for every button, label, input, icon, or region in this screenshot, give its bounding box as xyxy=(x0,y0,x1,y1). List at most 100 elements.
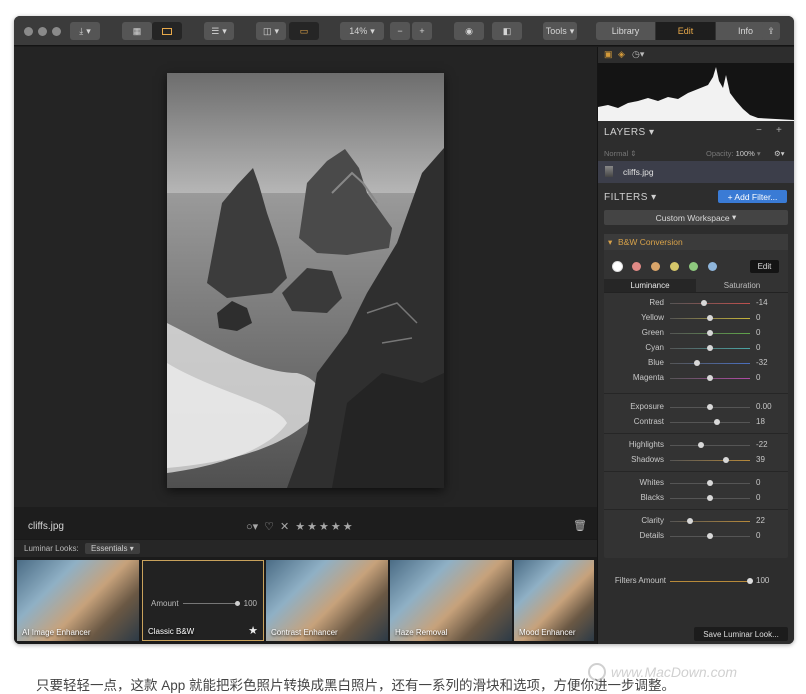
layers-icon[interactable]: ◈ xyxy=(618,49,625,60)
star-rating[interactable]: ★★★★★ xyxy=(295,520,354,533)
single-view-button[interactable] xyxy=(152,22,182,40)
slider-knob[interactable] xyxy=(707,330,713,336)
slider-blacks: Blacks 0 xyxy=(604,492,788,504)
share-button[interactable]: ⇪ xyxy=(762,22,780,40)
slider-knob[interactable] xyxy=(707,480,713,486)
color-swatch[interactable] xyxy=(613,262,622,271)
color-swatch[interactable] xyxy=(708,262,717,271)
add-layer-button[interactable]: + xyxy=(776,125,782,136)
gear-icon[interactable]: ⚙▾ xyxy=(774,149,785,158)
color-swatch[interactable] xyxy=(670,262,679,271)
trash-icon[interactable]: 🗑 xyxy=(573,519,587,532)
slider-knob[interactable] xyxy=(701,300,708,306)
look-amount-slider[interactable]: Amount 100 xyxy=(151,599,257,608)
workspace-value: Custom Workspace xyxy=(655,212,730,223)
history-icon[interactable]: ◷▾ xyxy=(632,49,644,60)
reject-icon[interactable]: ✕ xyxy=(280,520,289,533)
filmstrip-toggle-button[interactable]: ▭ xyxy=(289,22,319,40)
filters-amount-track[interactable] xyxy=(670,581,750,582)
filters-title-text: FILTERS xyxy=(604,192,648,203)
slider-value: 0 xyxy=(756,478,761,487)
slider-knob[interactable] xyxy=(707,533,713,539)
star-icon[interactable]: ★ xyxy=(248,624,258,637)
slider-knob[interactable] xyxy=(687,518,693,524)
slider-knob[interactable] xyxy=(707,404,713,410)
layers-title[interactable]: LAYERS ▾ xyxy=(604,127,655,138)
zoom-select[interactable]: 14% ▾ xyxy=(340,22,384,40)
histogram-graph xyxy=(598,67,794,121)
compare-button[interactable]: ◧ xyxy=(492,22,522,40)
slider-knob[interactable] xyxy=(707,345,713,351)
filters-title[interactable]: FILTERS ▾ xyxy=(604,192,657,203)
look-thumbnail[interactable]: Mood Enhancer xyxy=(514,560,594,641)
tab-edit[interactable]: Edit xyxy=(656,22,716,40)
color-swatch[interactable] xyxy=(651,262,660,271)
zoom-value: 14% xyxy=(349,26,368,36)
look-thumbnail[interactable]: AI Image Enhancer xyxy=(17,560,139,641)
slider-value: 39 xyxy=(756,455,765,464)
slider-label: Shadows xyxy=(631,455,664,464)
histogram-header: ▣ ◈ ◷▾ xyxy=(598,47,794,63)
slider-track[interactable] xyxy=(670,521,750,522)
filter-header[interactable]: ▾ B&W Conversion xyxy=(604,234,788,250)
slider-knob[interactable] xyxy=(707,375,713,381)
sort-button[interactable]: ☰ ▾ xyxy=(204,22,234,40)
tools-menu[interactable]: Tools ▾ xyxy=(543,22,577,40)
slider-knob[interactable] xyxy=(694,360,701,366)
slider-knob[interactable] xyxy=(714,419,721,425)
workspace-select[interactable]: Custom Workspace ▾ xyxy=(604,210,788,225)
remove-layer-button[interactable]: − xyxy=(756,125,762,136)
slider-track[interactable] xyxy=(670,303,750,304)
tab-luminance[interactable]: Luminance xyxy=(604,279,696,292)
label-color-icon[interactable]: ○▾ xyxy=(246,520,258,533)
opacity-label: Opacity: xyxy=(706,149,734,158)
slider-knob[interactable] xyxy=(707,495,713,501)
grid-view-button[interactable]: ▦ xyxy=(122,22,152,40)
bw-conversion-filter: ▾ B&W Conversion Edit Luminance Saturati… xyxy=(604,234,788,558)
zoom-out-button[interactable]: − xyxy=(390,22,410,40)
layer-name: cliffs.jpg xyxy=(623,167,654,177)
histogram-icon[interactable]: ▣ xyxy=(604,49,613,60)
layer-row[interactable]: cliffs.jpg xyxy=(598,161,794,183)
image-canvas[interactable] xyxy=(14,47,597,507)
slider-knob[interactable] xyxy=(722,457,729,463)
look-thumbnail-selected[interactable]: Amount 100 Classic B&W ★ xyxy=(142,560,264,641)
look-thumbnail[interactable]: Contrast Enhancer xyxy=(266,560,388,641)
slider-track[interactable] xyxy=(670,460,750,461)
import-button[interactable]: ⤓ ▾ xyxy=(70,22,100,40)
look-name: Classic B&W xyxy=(148,627,195,636)
preview-button[interactable]: ◉ xyxy=(454,22,484,40)
color-swatch[interactable] xyxy=(632,262,641,271)
sidebar-toggle-button[interactable]: ◫ ▾ xyxy=(256,22,286,40)
collapse-triangle-icon[interactable]: ▾ xyxy=(608,237,612,248)
slider-value: -14 xyxy=(756,298,768,307)
look-amount-track[interactable] xyxy=(182,601,240,606)
slider-track[interactable] xyxy=(670,363,750,364)
tab-library[interactable]: Library xyxy=(596,22,656,40)
save-look-button[interactable]: Save Luminar Look... xyxy=(694,627,788,641)
slider-value: 0 xyxy=(756,343,761,352)
look-amount-knob[interactable] xyxy=(234,601,240,606)
slider-track[interactable] xyxy=(670,422,750,423)
filters-amount-knob[interactable] xyxy=(747,578,753,584)
zoom-window-button[interactable] xyxy=(52,27,61,36)
add-filter-button[interactable]: + Add Filter... xyxy=(718,190,787,203)
color-swatch[interactable] xyxy=(689,262,698,271)
opacity-value: 100% xyxy=(735,149,755,158)
zoom-in-button[interactable]: + xyxy=(412,22,432,40)
looks-category-select[interactable]: Essentials ▾ xyxy=(85,543,140,554)
look-thumbnail[interactable]: Haze Removal xyxy=(390,560,512,641)
tab-saturation[interactable]: Saturation xyxy=(696,279,788,292)
blend-mode-select[interactable]: Normal ⇕ xyxy=(604,149,637,158)
slider-knob[interactable] xyxy=(707,315,713,321)
minimize-window-button[interactable] xyxy=(38,27,47,36)
edit-mask-button[interactable]: Edit xyxy=(750,260,779,273)
download-icon: ⤓ xyxy=(79,25,84,36)
heart-icon[interactable]: ♡ xyxy=(264,520,274,533)
close-window-button[interactable] xyxy=(24,27,33,36)
opacity-control[interactable]: Opacity: 100% ▾ xyxy=(706,149,761,158)
slider-knob[interactable] xyxy=(698,442,705,448)
slider-green: Green 0 xyxy=(604,327,788,339)
slider-track[interactable] xyxy=(670,445,750,446)
chevron-down-icon: ▾ xyxy=(756,149,761,158)
